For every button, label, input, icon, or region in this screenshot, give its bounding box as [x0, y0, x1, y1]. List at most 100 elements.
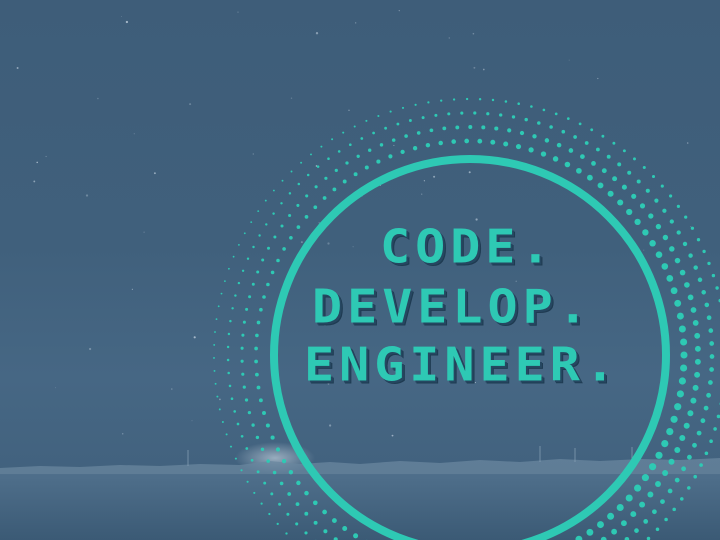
- halftone-dot: [389, 110, 392, 113]
- halftone-dot: [664, 517, 668, 522]
- halftone-dot: [606, 154, 611, 159]
- halftone-dot: [460, 111, 464, 115]
- halftone-dot: [251, 423, 255, 427]
- halftone-dot: [709, 341, 715, 346]
- halftone-dot: [229, 319, 232, 323]
- star: [143, 231, 145, 233]
- halftone-dot: [396, 122, 400, 126]
- halftone-dot: [247, 410, 252, 415]
- halftone-dot: [481, 125, 486, 130]
- halftone-dot: [304, 215, 309, 219]
- halftone-dot: [400, 149, 405, 155]
- halftone-dot: [452, 98, 456, 101]
- star: [643, 249, 645, 251]
- halftone-dot: [377, 114, 380, 118]
- halftone-dot: [621, 184, 627, 190]
- halftone-dot: [655, 451, 663, 459]
- halftone-dot: [537, 121, 541, 125]
- halftone-dot: [709, 367, 714, 372]
- halftone-dot: [597, 521, 604, 529]
- halftone-dot: [706, 315, 712, 321]
- star: [472, 32, 475, 35]
- halftone-dot: [276, 522, 279, 526]
- halftone-dot: [322, 196, 327, 200]
- halftone-dot: [220, 292, 223, 295]
- halftone-dot: [241, 372, 245, 376]
- halftone-dot: [669, 246, 675, 252]
- halftone-dot: [213, 343, 216, 346]
- halftone-dot: [368, 148, 372, 152]
- halftone-dot: [627, 170, 632, 175]
- halftone-dot: [261, 258, 265, 262]
- halftone-dot: [256, 270, 260, 274]
- star: [252, 153, 254, 155]
- halftone-dot: [684, 215, 688, 219]
- star: [690, 225, 692, 227]
- halftone-dot: [674, 477, 680, 483]
- halftone-dot: [660, 184, 664, 188]
- halftone-dot: [674, 447, 681, 453]
- halftone-dot: [214, 382, 217, 385]
- halftone-dot: [491, 98, 495, 102]
- halftone-dot: [241, 333, 245, 337]
- halftone-dot: [655, 223, 662, 230]
- halftone-dot: [511, 115, 516, 119]
- halftone-dot: [250, 458, 254, 462]
- star: [290, 97, 293, 99]
- halftone-dot: [304, 511, 309, 516]
- halftone-dot: [272, 470, 277, 475]
- star: [352, 246, 354, 248]
- halftone-dot: [232, 255, 235, 258]
- halftone-dot: [280, 202, 283, 205]
- halftone-dot: [236, 422, 240, 426]
- halftone-dot: [240, 346, 244, 350]
- halftone-dot: [612, 176, 618, 182]
- halftone-dot: [576, 167, 582, 174]
- halftone-dot: [296, 225, 301, 229]
- halftone-dot: [649, 240, 656, 247]
- halftone-dot: [310, 153, 312, 156]
- halftone-dot: [682, 241, 688, 247]
- star: [597, 77, 599, 80]
- halftone-dot: [696, 238, 701, 242]
- halftone-dot: [304, 531, 308, 535]
- halftone-dot: [566, 117, 570, 120]
- star: [686, 142, 689, 144]
- halftone-dot: [260, 502, 263, 505]
- halftone-dot: [281, 458, 287, 464]
- halftone-dot: [542, 108, 546, 112]
- star: [131, 288, 133, 290]
- halftone-dot: [388, 154, 393, 159]
- halftone-dot: [709, 354, 715, 359]
- halftone-dot: [524, 117, 528, 122]
- halftone-dot: [709, 439, 713, 444]
- halftone-dot: [279, 481, 284, 486]
- star: [16, 67, 19, 69]
- star: [482, 68, 485, 71]
- star: [421, 193, 423, 195]
- halftone-dot: [270, 492, 274, 496]
- halftone-dot: [270, 435, 275, 440]
- halftone-dot: [416, 131, 421, 135]
- halftone-dot: [713, 427, 717, 431]
- halftone-dot: [278, 502, 282, 506]
- star: [33, 180, 36, 183]
- halftone-dot: [217, 305, 220, 308]
- halftone-dot: [273, 235, 277, 239]
- star: [153, 172, 156, 175]
- halftone-dot: [517, 102, 520, 105]
- halftone-dot: [289, 235, 293, 240]
- halftone-dot: [678, 377, 686, 385]
- halftone-dot: [687, 410, 694, 417]
- halftone-dot: [552, 156, 559, 162]
- halftone-dot: [697, 277, 703, 283]
- halftone-dot: [379, 143, 384, 147]
- halftone-dot: [305, 194, 309, 198]
- halftone-dot: [473, 111, 477, 115]
- halftone-dot: [670, 287, 678, 295]
- halftone-dot: [425, 142, 431, 148]
- halftone-dot: [688, 253, 693, 258]
- halftone-dot: [652, 509, 657, 515]
- slogan-line-develop: DEVELOP.: [312, 280, 593, 334]
- halftone-dot: [612, 141, 616, 145]
